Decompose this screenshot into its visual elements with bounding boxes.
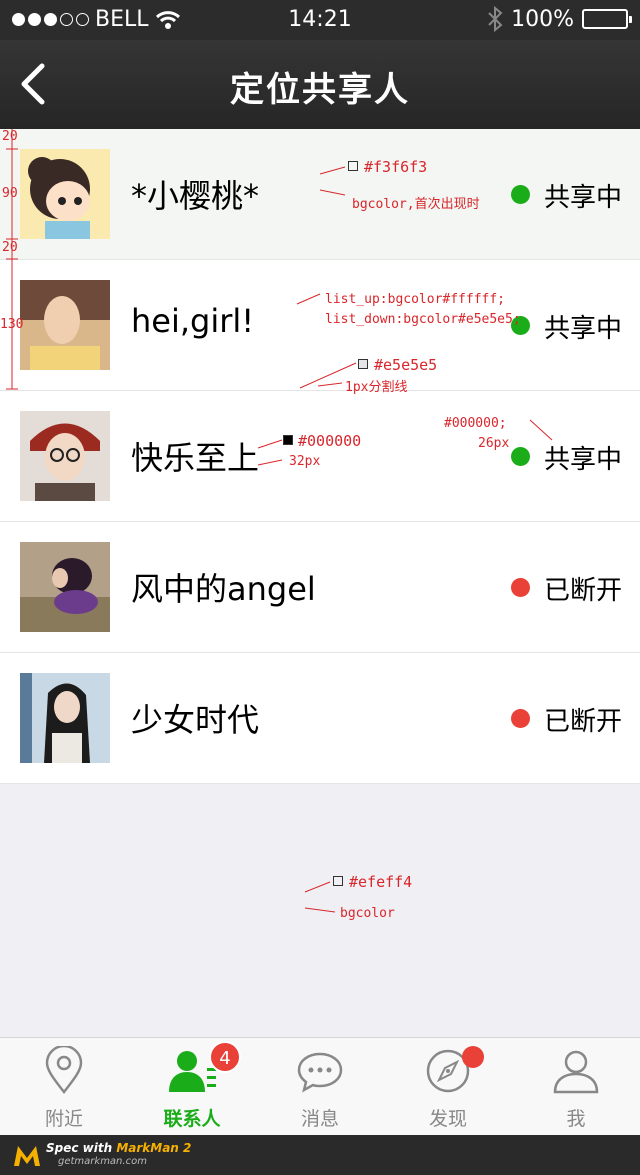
share-status: 已断开	[544, 707, 623, 737]
avatar	[20, 280, 110, 370]
person-icon	[553, 1050, 599, 1094]
contact-row[interactable]: 少女时代 已断开	[0, 653, 640, 784]
markman-site: getmarkman.com	[58, 1156, 147, 1167]
status-indicator	[511, 316, 530, 335]
tab-label: 消息	[300, 1108, 339, 1130]
tab-nearby[interactable]: 附近	[0, 1038, 128, 1136]
tab-label: 联系人	[163, 1108, 221, 1130]
tab-label: 发现	[428, 1108, 467, 1130]
contact-list: *小樱桃* 共享中 hei,girl! 共享中 快乐至上 共享中 风中的ange…	[0, 129, 640, 784]
status-right: 100%	[487, 6, 632, 32]
unread-badge: 4	[209, 1041, 241, 1073]
tab-label: 我	[566, 1108, 586, 1130]
avatar	[20, 411, 110, 501]
page-title: 定位共享人	[230, 70, 410, 110]
status-indicator	[511, 447, 530, 466]
status-indicator	[511, 578, 530, 597]
color-swatch	[358, 359, 368, 369]
contact-name: 风中的angel	[131, 570, 316, 608]
share-status: 共享中	[544, 183, 623, 213]
color-swatch	[348, 161, 358, 171]
navigation-bar: 定位共享人	[0, 40, 640, 129]
status-indicator	[511, 185, 530, 204]
contact-name: 少女时代	[131, 701, 260, 739]
contact-row[interactable]: 风中的angel 已断开	[0, 522, 640, 653]
tab-messages[interactable]: 消息	[256, 1038, 384, 1136]
annotation-text: bgcolor	[340, 906, 395, 921]
annotation-text: #efeff4	[349, 873, 413, 891]
contact-row[interactable]: *小樱桃* 共享中	[0, 129, 640, 260]
color-swatch	[283, 435, 293, 445]
tab-discover[interactable]: 发现	[384, 1038, 512, 1136]
color-swatch	[333, 876, 343, 886]
contact-name: hei,girl!	[131, 302, 255, 340]
avatar	[20, 673, 110, 763]
notification-dot	[462, 1046, 484, 1068]
contact-row[interactable]: hei,girl! 共享中	[0, 260, 640, 391]
contact-row[interactable]: 快乐至上 共享中	[0, 391, 640, 522]
share-status: 已断开	[544, 576, 623, 606]
status-bar: BELL 14:21 100%	[0, 0, 640, 40]
markman-title: Spec with MarkMan 2	[46, 1141, 192, 1155]
avatar	[20, 149, 110, 239]
contact-name: 快乐至上	[131, 439, 260, 477]
tab-me[interactable]: 我	[512, 1038, 640, 1136]
bluetooth-icon	[488, 6, 503, 32]
battery-percent: 100%	[511, 6, 574, 32]
avatar	[20, 542, 110, 632]
share-status: 共享中	[544, 445, 623, 475]
status-indicator	[511, 709, 530, 728]
tab-label: 附近	[44, 1108, 83, 1130]
share-status: 共享中	[544, 314, 623, 344]
location-pin-icon	[45, 1046, 83, 1095]
markman-footer: Spec with MarkMan 2 getmarkman.com	[0, 1135, 640, 1175]
battery-icon	[582, 9, 632, 29]
chat-bubble-icon	[297, 1052, 343, 1093]
markman-logo-icon	[14, 1146, 40, 1166]
contact-name: *小樱桃*	[131, 177, 260, 215]
tab-bar: 附近 联系人 消息 发现 我	[0, 1037, 640, 1135]
